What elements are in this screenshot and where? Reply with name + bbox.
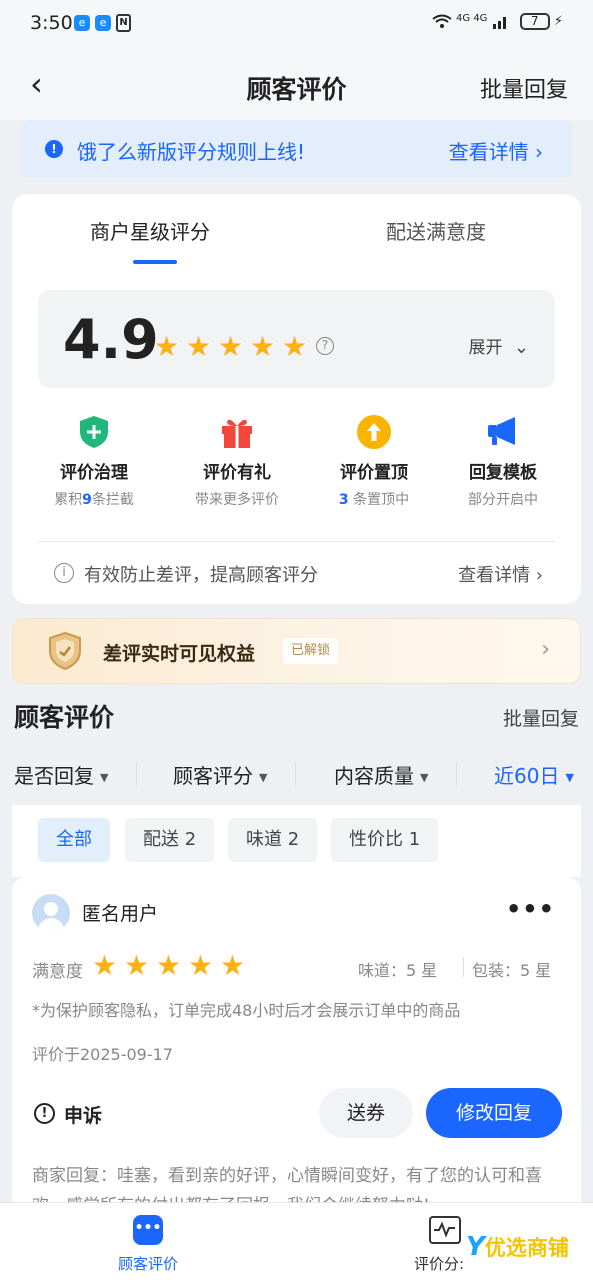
- star-icon: ★: [186, 330, 212, 363]
- caret-down-icon: ▼: [420, 771, 429, 784]
- star-icon: ★: [154, 330, 180, 363]
- satisfaction-label: 满意度: [32, 962, 83, 982]
- nav-bar: 顾客评价 ‹ 批量回复: [0, 50, 593, 120]
- star-icon: ★: [220, 949, 246, 982]
- feature-name: 回复模板: [469, 463, 537, 483]
- shield-plus-icon: [76, 414, 112, 450]
- feature-name: 评价有礼: [203, 463, 271, 483]
- feature-review-gift[interactable]: 评价有礼 带来更多评价: [177, 414, 297, 509]
- filter-divider: [295, 762, 296, 786]
- star-icon: ★: [282, 330, 308, 363]
- back-icon[interactable]: ‹: [30, 68, 43, 100]
- notification-app-icon: e: [95, 15, 111, 31]
- chat-bubble-icon[interactable]: •••: [133, 1215, 163, 1245]
- notification-app-icon: e: [74, 15, 90, 31]
- batch-reply-button[interactable]: 批量回复: [480, 72, 568, 104]
- pin-top-icon: [356, 414, 392, 450]
- divider: [38, 541, 555, 542]
- star-icon: ★: [250, 330, 276, 363]
- chip-value[interactable]: 性价比 1: [331, 818, 439, 862]
- wifi-icon: [432, 14, 456, 29]
- star-icon: ★: [92, 949, 118, 982]
- benefit-banner[interactable]: 差评实时可见权益 已解锁 ›: [12, 618, 581, 684]
- review-username: 匿名用户: [82, 903, 159, 925]
- taste-rating: 味道：5 星: [358, 961, 438, 980]
- appeal-button[interactable]: 申诉: [64, 1101, 102, 1128]
- feature-desc: 带来更多评价: [195, 492, 279, 508]
- watermark-logo: Y优选商铺: [466, 1232, 569, 1262]
- status-right: 4G 4G 7 ⚡: [432, 13, 563, 30]
- tip-text: 有效防止差评，提高顾客评分: [84, 565, 318, 586]
- feature-review-governance[interactable]: 评价治理 累积9条拦截: [34, 414, 154, 509]
- feature-reply-template[interactable]: 回复模板 部分开启中: [443, 414, 563, 509]
- megaphone-icon: [485, 414, 521, 450]
- filter-customer-rating[interactable]: 顾客评分 ▼: [173, 760, 267, 789]
- gift-icon: [219, 414, 255, 450]
- unlocked-badge: 已解锁: [283, 638, 339, 664]
- rules-notice-banner[interactable]: ! 饿了么新版评分规则上线! 查看详情 ›: [20, 120, 573, 178]
- star-icon: ★: [156, 949, 182, 982]
- chevron-right-icon: ›: [541, 637, 550, 662]
- chip-taste[interactable]: 味道 2: [228, 818, 318, 862]
- signal-icon: [492, 14, 514, 29]
- feature-name: 评价治理: [60, 463, 128, 483]
- info-icon: !: [45, 140, 63, 158]
- packaging-rating: 包装：5 星: [472, 961, 552, 980]
- notice-detail-link[interactable]: 查看详情 ›: [449, 136, 543, 165]
- info-circle-icon: i: [54, 563, 74, 583]
- filter-reply-status[interactable]: 是否回复 ▼: [14, 760, 108, 789]
- feature-name: 评价置顶: [340, 463, 408, 483]
- star-icon: ★: [188, 949, 214, 982]
- benefit-text: 差评实时可见权益: [103, 643, 256, 665]
- notice-text: 饿了么新版评分规则上线!: [77, 140, 306, 164]
- network-label: 4G 4G: [456, 13, 488, 24]
- expand-button[interactable]: 展开 ⌄: [469, 333, 530, 358]
- feature-desc: 部分开启中: [468, 492, 538, 508]
- more-options-icon[interactable]: •••: [506, 895, 555, 923]
- feature-desc: 3 条置顶中: [338, 492, 410, 508]
- rating-score: 4.9: [63, 308, 159, 371]
- filter-date-range[interactable]: 近60日 ▼: [494, 760, 574, 789]
- battery-icon: 7: [519, 13, 550, 30]
- bottom-nav-rating-score[interactable]: 评价分:: [414, 1253, 464, 1274]
- status-bar: 3:50 e e N 4G 4G 7 ⚡: [0, 0, 593, 50]
- privacy-note: *为保护顾客隐私，订单完成48小时后才会展示订单中的商品: [32, 1001, 461, 1020]
- modify-reply-button[interactable]: 修改回复: [426, 1088, 562, 1138]
- charging-icon: ⚡: [553, 14, 563, 29]
- bottom-nav-reviews[interactable]: 顾客评价: [118, 1253, 178, 1274]
- rating-divider: [463, 957, 464, 977]
- send-coupon-button[interactable]: 送券: [319, 1088, 413, 1138]
- chevron-down-icon: ⌄: [513, 337, 529, 358]
- caret-down-icon: ▼: [565, 771, 574, 784]
- status-time: 3:50: [30, 12, 73, 34]
- tab-delivery-satisfaction[interactable]: 配送满意度: [386, 216, 486, 245]
- filter-divider: [136, 762, 137, 786]
- monitor-chart-icon[interactable]: [429, 1216, 461, 1244]
- filter-content-quality[interactable]: 内容质量 ▼: [334, 760, 428, 789]
- chip-delivery[interactable]: 配送 2: [125, 818, 215, 862]
- active-tab-indicator: [133, 260, 177, 264]
- feature-review-pin[interactable]: 评价置顶 3 条置顶中: [314, 414, 434, 509]
- review-date: 评价于2025-09-17: [32, 1045, 173, 1064]
- tip-detail-link[interactable]: 查看详情 ›: [458, 561, 543, 587]
- chip-all[interactable]: 全部: [38, 818, 110, 862]
- caret-down-icon: ▼: [100, 771, 109, 784]
- review-card: 匿名用户 ••• 满意度 ★ ★ ★ ★ ★ 味道：5 星 包装：5 星 *为保…: [12, 877, 581, 1217]
- score-summary: 4.9 ★ ★ ★ ★ ★ ? 展开 ⌄: [38, 290, 555, 388]
- nfc-icon: N: [116, 14, 131, 32]
- star-icon: ★: [124, 949, 150, 982]
- shield-badge-icon: [47, 631, 83, 671]
- avatar: [32, 894, 70, 932]
- star-icon: ★: [218, 330, 244, 363]
- tab-merchant-rating[interactable]: 商户星级评分: [90, 216, 210, 245]
- reviews-section-title: 顾客评价: [14, 703, 115, 732]
- help-icon[interactable]: ?: [316, 337, 334, 355]
- filter-divider: [456, 762, 457, 786]
- rating-card: 商户星级评分 配送满意度 4.9 ★ ★ ★ ★ ★ ? 展开 ⌄ 评价治理 累…: [12, 194, 581, 604]
- reviews-batch-reply-button[interactable]: 批量回复: [503, 704, 579, 731]
- feature-desc: 累积9条拦截: [54, 492, 134, 508]
- alert-circle-icon: !: [34, 1103, 55, 1124]
- caret-down-icon: ▼: [259, 771, 268, 784]
- expand-label: 展开: [468, 338, 503, 358]
